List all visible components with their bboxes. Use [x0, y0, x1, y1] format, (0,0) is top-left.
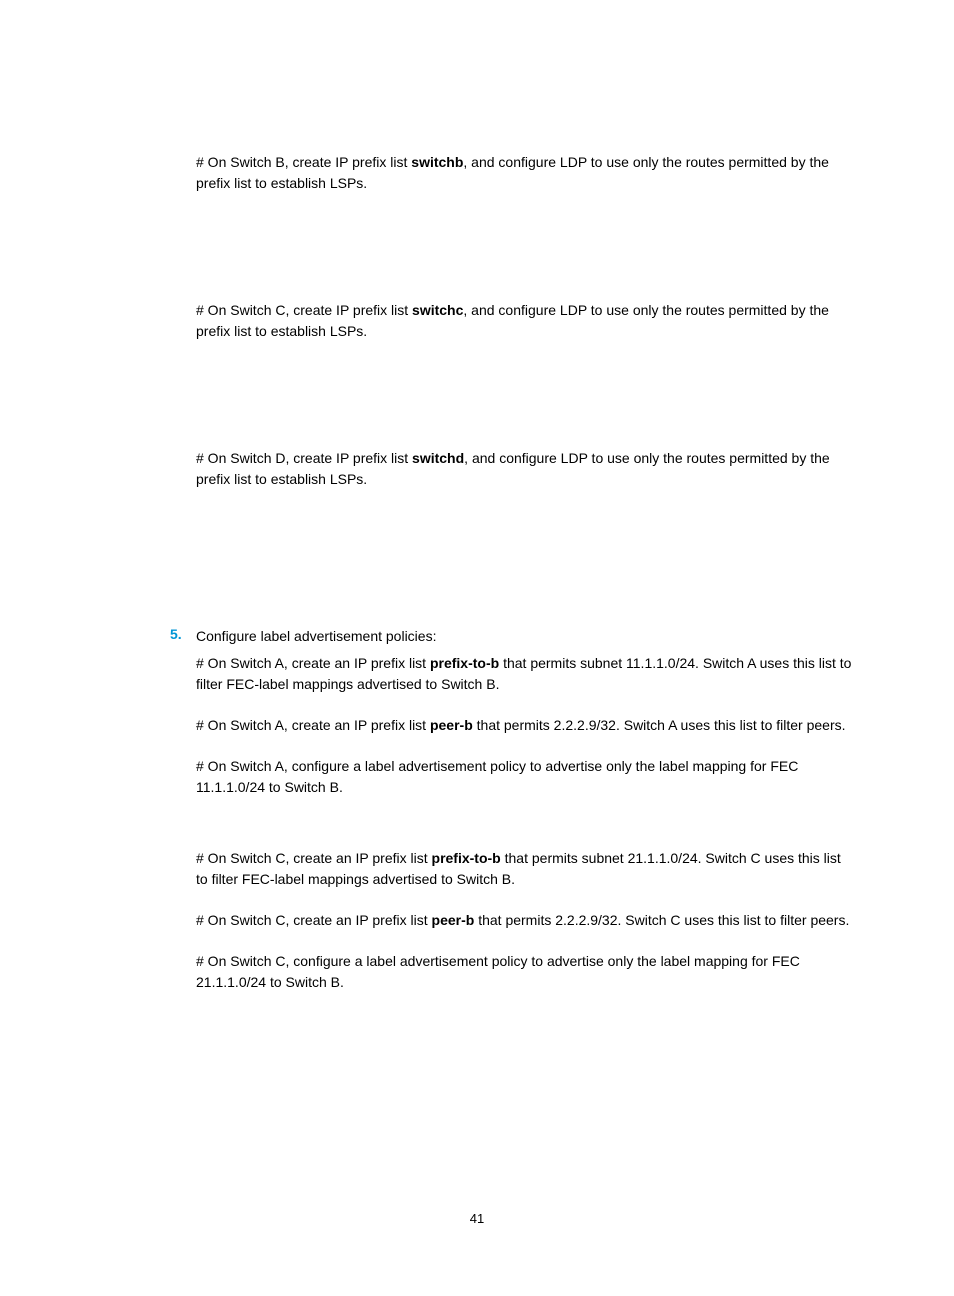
- bold-text: peer-b: [432, 912, 475, 928]
- text: that permits 2.2.2.9/32. Switch C uses t…: [474, 912, 849, 928]
- switcha-prefixtob-paragraph: # On Switch A, create an IP prefix list …: [196, 653, 854, 695]
- text: # On Switch A, create an IP prefix list: [196, 717, 430, 733]
- bold-text: switchb: [411, 154, 463, 170]
- bold-text: prefix-to-b: [430, 655, 499, 671]
- bold-text: peer-b: [430, 717, 473, 733]
- step-content: Configure label advertisement policies: …: [196, 626, 854, 999]
- text: that permits 2.2.2.9/32. Switch A uses t…: [473, 717, 846, 733]
- switcha-peerb-paragraph: # On Switch A, create an IP prefix list …: [196, 715, 854, 736]
- bold-text: switchc: [412, 302, 463, 318]
- switchc-policy-paragraph: # On Switch C, configure a label adverti…: [196, 951, 854, 993]
- text: # On Switch C, create IP prefix list: [196, 302, 412, 318]
- text: # On Switch C, create an IP prefix list: [196, 850, 432, 866]
- switchd-paragraph: # On Switch D, create IP prefix list swi…: [196, 448, 854, 490]
- text: # On Switch D, create IP prefix list: [196, 450, 412, 466]
- bold-text: switchd: [412, 450, 464, 466]
- bold-text: prefix-to-b: [432, 850, 501, 866]
- switcha-policy-paragraph: # On Switch A, configure a label adverti…: [196, 756, 854, 798]
- switchc-prefixtob-paragraph: # On Switch C, create an IP prefix list …: [196, 848, 854, 890]
- step-5: 5. Configure label advertisement policie…: [196, 626, 854, 999]
- text: # On Switch A, create an IP prefix list: [196, 655, 430, 671]
- switchc-paragraph: # On Switch C, create IP prefix list swi…: [196, 300, 854, 342]
- switchc-peerb-paragraph: # On Switch C, create an IP prefix list …: [196, 910, 854, 931]
- page-number: 41: [0, 1211, 954, 1226]
- step-title: Configure label advertisement policies:: [196, 626, 854, 647]
- text: # On Switch C, create an IP prefix list: [196, 912, 432, 928]
- step-number: 5.: [170, 626, 196, 999]
- switchb-paragraph: # On Switch B, create IP prefix list swi…: [196, 152, 854, 194]
- text: # On Switch B, create IP prefix list: [196, 154, 411, 170]
- page-content: # On Switch B, create IP prefix list swi…: [0, 0, 954, 999]
